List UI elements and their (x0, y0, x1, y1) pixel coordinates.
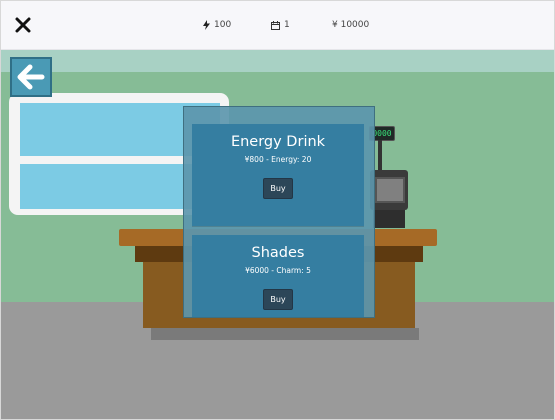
money-value: ¥ 10000 (332, 20, 370, 30)
close-icon (15, 17, 31, 33)
wall-trim (1, 50, 554, 72)
item-name: Energy Drink (230, 134, 326, 150)
shop-item-energy-drink: Energy Drink ¥800 - Energy: 20 Buy (192, 124, 364, 226)
item-details: ¥6000 - Charm: 5 (245, 266, 311, 275)
energy-icon (203, 20, 210, 30)
money-stat: ¥ 10000 (332, 20, 369, 30)
back-button[interactable] (10, 57, 52, 97)
day-stat: 1 (271, 20, 290, 30)
buy-button[interactable]: Buy (263, 178, 293, 199)
register-screen (375, 177, 405, 203)
energy-value: 100 (214, 20, 232, 30)
game-frame: 100 1 ¥ 10000 0000 Energy Drink ¥800 - E… (0, 0, 555, 420)
back-arrow-icon (17, 64, 45, 90)
item-name: Shades (251, 245, 305, 261)
calendar-icon (271, 20, 280, 30)
close-button[interactable] (13, 15, 33, 35)
shop-scene: 0000 Energy Drink ¥800 - Energy: 20 Buy … (1, 50, 554, 419)
energy-stat: 100 (203, 20, 231, 30)
buy-button[interactable]: Buy (263, 289, 293, 310)
register-pole (378, 140, 382, 170)
shop-item-shades: Shades ¥6000 - Charm: 5 Buy (192, 235, 364, 317)
counter-shadow (151, 328, 419, 340)
item-details: ¥800 - Energy: 20 (244, 155, 312, 164)
register-base (373, 210, 405, 228)
shop-panel[interactable]: Energy Drink ¥800 - Energy: 20 Buy Shade… (183, 106, 375, 318)
top-bar: 100 1 ¥ 10000 (1, 1, 554, 50)
day-value: 1 (284, 20, 290, 30)
